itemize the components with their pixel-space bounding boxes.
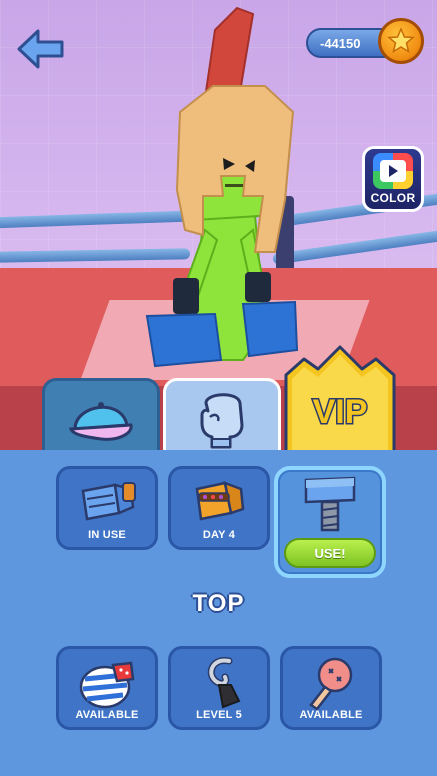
section-title-top: TOP <box>192 590 245 617</box>
tab-vip[interactable]: VIP <box>284 345 396 456</box>
striped-glove-icon <box>79 661 135 709</box>
tab-hats[interactable] <box>42 378 160 454</box>
card-status: AVAILABLE <box>299 709 363 721</box>
currency-amount: -44150 <box>320 35 361 51</box>
glove-card-striped[interactable]: AVAILABLE <box>56 646 158 730</box>
back-arrow-icon <box>17 29 64 69</box>
glove-card-golden-fist[interactable]: DAY 4 <box>168 466 270 550</box>
hook-icon <box>207 657 241 709</box>
star-coin-icon <box>378 18 424 64</box>
boxer-character <box>145 6 299 368</box>
vip-label: VIP <box>313 393 368 431</box>
back-button[interactable] <box>16 28 66 70</box>
glove-card-hammer[interactable]: USE! <box>274 466 386 578</box>
color-button[interactable]: COLOR <box>362 146 424 212</box>
vip-crown-badge: VIP <box>284 345 396 456</box>
golden-fist-glove-icon <box>195 481 245 521</box>
color-wheel-icon <box>373 153 413 189</box>
video-play-icon <box>380 160 406 182</box>
use-button[interactable]: USE! <box>284 538 376 568</box>
plunger-glove-icon <box>309 657 353 711</box>
hammer-glove-icon <box>304 476 356 532</box>
glove-card-blue-fist[interactable]: IN USE <box>56 466 158 550</box>
card-status: DAY 4 <box>202 529 236 541</box>
card-status: IN USE <box>88 529 126 541</box>
card-status: LEVEL 5 <box>196 709 242 721</box>
color-button-label: COLOR <box>370 191 416 205</box>
glove-card-plunger[interactable]: AVAILABLE <box>280 646 382 730</box>
glove-card-hook[interactable]: LEVEL 5 <box>168 646 270 730</box>
blue-fist-glove-icon <box>81 482 136 521</box>
card-status: AVAILABLE <box>75 709 139 721</box>
tab-gloves[interactable] <box>163 378 281 454</box>
glove-icon <box>200 393 244 449</box>
cap-icon <box>68 402 133 441</box>
